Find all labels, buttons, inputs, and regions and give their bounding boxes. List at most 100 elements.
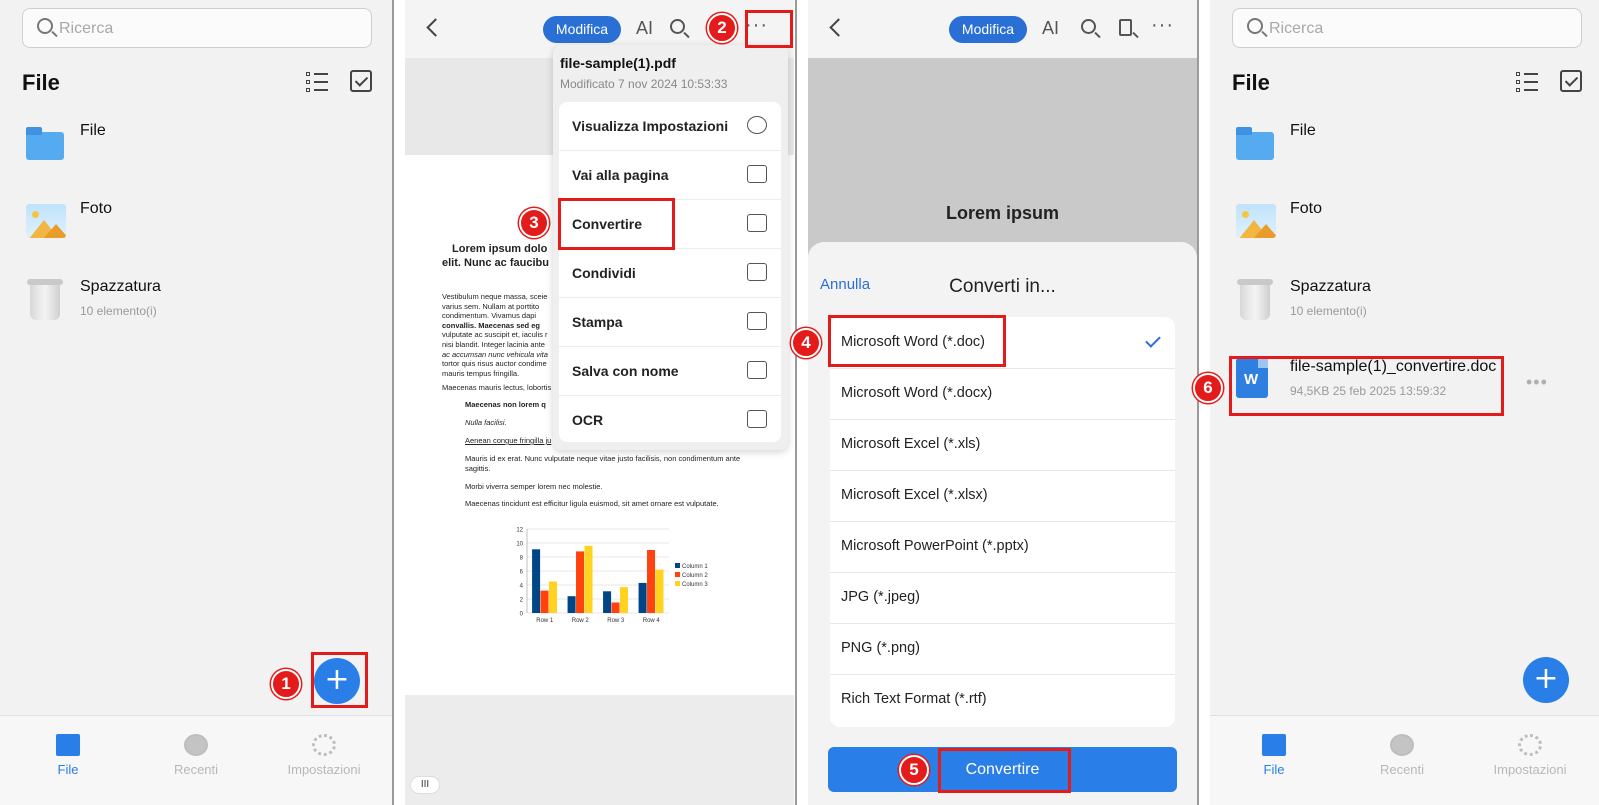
option-xls[interactable]: Microsoft Excel (*.xls): [830, 419, 1175, 471]
highlight-more-button: [745, 10, 793, 48]
more-button[interactable]: ···: [1151, 14, 1174, 37]
divider: [392, 0, 394, 805]
gear-icon: [312, 734, 336, 756]
step-badge-4: 4: [791, 328, 821, 358]
menu-item-share[interactable]: Condividi: [559, 249, 781, 298]
search-icon[interactable]: [670, 19, 685, 34]
nav-recent[interactable]: Recenti: [136, 734, 256, 777]
option-pptx[interactable]: Microsoft PowerPoint (*.pptx): [830, 521, 1175, 573]
option-jpeg[interactable]: JPG (*.jpeg): [830, 572, 1175, 624]
select-icon[interactable]: [1560, 70, 1582, 92]
nav-label: Recenti: [173, 762, 219, 777]
folder-icon: [26, 127, 64, 160]
list-view-icon[interactable]: [306, 72, 328, 92]
menu-item-save-as[interactable]: Salva con nome: [559, 347, 781, 396]
format-options: Microsoft Word (*.doc) Microsoft Word (*…: [830, 317, 1175, 727]
search-input[interactable]: Ricerca: [1232, 8, 1582, 48]
menu-item-goto-page[interactable]: Vai alla pagina: [559, 151, 781, 200]
highlight-convert-item: [558, 198, 675, 250]
option-label: PNG (*.png): [841, 640, 920, 656]
pdf-paragraph: Maecenas mauris lectus, lobortis: [442, 383, 552, 392]
pdf-bullet: Mauris id ex erat. Nunc vulputate neque …: [465, 454, 741, 463]
item-name: Foto: [1290, 200, 1323, 217]
x-tick-label: Row 1: [536, 618, 554, 624]
divider: [1197, 0, 1199, 805]
menu-item-view-settings[interactable]: Visualizza Impostazioni: [559, 102, 781, 151]
step-badge-6: 6: [1193, 373, 1223, 403]
option-label: Microsoft PowerPoint (*.pptx): [841, 538, 1029, 554]
sheet-title: Converti in...: [949, 276, 1056, 297]
folder-item-file[interactable]: File: [1234, 122, 1574, 182]
pdf-bullet: Nulla facilisi.: [465, 418, 507, 427]
bar-column-2: [576, 551, 585, 613]
eye-icon: [747, 116, 767, 134]
pdf-heading: Lorem ipsum dolo: [452, 243, 548, 255]
menu-label: Condividi: [572, 265, 636, 281]
pdf-heading: elit. Nunc ac faucibu: [442, 257, 549, 269]
menu-label: Salva con nome: [572, 363, 679, 379]
menu-item-print[interactable]: Stampa: [559, 298, 781, 347]
option-label: Rich Text Format (*.rtf): [841, 691, 987, 707]
back-icon[interactable]: [829, 18, 848, 37]
photo-icon: [1236, 204, 1276, 238]
check-icon: [1145, 332, 1161, 348]
item-name: Spazzatura: [1290, 278, 1371, 295]
trash-icon: [1237, 279, 1273, 320]
option-docx[interactable]: Microsoft Word (*.docx): [830, 368, 1175, 420]
option-xlsx[interactable]: Microsoft Excel (*.xlsx): [830, 470, 1175, 522]
highlight-add-button: [311, 652, 368, 708]
legend-label: Column 3: [682, 582, 708, 588]
menu-list: Visualizza Impostazioni Vai alla pagina …: [559, 102, 781, 442]
pages-toggle[interactable]: III: [410, 776, 440, 794]
folder-item-trash[interactable]: Spazzatura 10 elemento(i): [1234, 278, 1574, 338]
menu-label: Vai alla pagina: [572, 167, 669, 183]
nav-settings[interactable]: Impostazioni: [264, 734, 384, 777]
back-icon[interactable]: [426, 18, 445, 37]
option-label: Microsoft Word (*.docx): [841, 385, 993, 401]
nav-file[interactable]: File: [8, 734, 128, 777]
modifica-button[interactable]: Modifica: [543, 16, 621, 43]
ocr-icon: [747, 410, 767, 428]
bar-column-2: [611, 602, 620, 613]
item-name: Spazzatura: [80, 278, 161, 295]
item-more-button[interactable]: •••: [1526, 372, 1548, 393]
legend-swatch: [675, 563, 680, 568]
nav-label: File: [1263, 762, 1285, 777]
nav-file[interactable]: File: [1214, 734, 1334, 777]
highlight-converted-file: [1229, 356, 1504, 416]
bottom-nav: File Recenti Impostazioni: [1210, 715, 1599, 805]
y-tick-label: 8: [520, 556, 524, 562]
pdf-line: vulputate ac suscipit et, iaculis r: [442, 330, 548, 340]
menu-label: Visualizza Impostazioni: [572, 118, 729, 134]
option-rtf[interactable]: Rich Text Format (*.rtf): [830, 674, 1175, 726]
photo-icon: [26, 204, 66, 238]
list-view-icon[interactable]: [1516, 72, 1538, 92]
y-tick-label: 0: [520, 612, 524, 618]
nav-settings[interactable]: Impostazioni: [1470, 734, 1590, 777]
menu-item-ocr[interactable]: OCR: [559, 396, 781, 445]
highlight-doc-option: [828, 315, 1006, 367]
ai-button[interactable]: AI: [636, 18, 653, 39]
folder-item-foto[interactable]: Foto: [24, 200, 364, 260]
pdf-bullet: Aenean congue fringilla ju: [465, 436, 552, 445]
trash-icon: [27, 279, 63, 320]
option-png[interactable]: PNG (*.png): [830, 623, 1175, 675]
modifica-button[interactable]: Modifica: [949, 16, 1027, 43]
add-button[interactable]: +: [1523, 657, 1569, 703]
step-badge-3: 3: [519, 208, 549, 238]
bookmark-icon[interactable]: [1119, 19, 1132, 36]
search-icon: [1247, 18, 1263, 34]
folder-item-foto[interactable]: Foto: [1234, 200, 1574, 260]
nav-recent[interactable]: Recenti: [1342, 734, 1462, 777]
folder-item-file[interactable]: File: [24, 122, 364, 182]
dim-overlay: [808, 58, 1197, 258]
folder-icon: [1236, 127, 1274, 160]
document-title: Lorem ipsum: [945, 203, 1060, 223]
ai-button[interactable]: AI: [1042, 18, 1059, 39]
legend-swatch: [675, 572, 680, 577]
search-icon[interactable]: [1081, 19, 1096, 34]
folder-item-trash[interactable]: Spazzatura 10 elemento(i): [24, 278, 364, 338]
search-input[interactable]: Ricerca: [22, 8, 372, 48]
folder-icon: [56, 734, 80, 756]
select-icon[interactable]: [350, 70, 372, 92]
